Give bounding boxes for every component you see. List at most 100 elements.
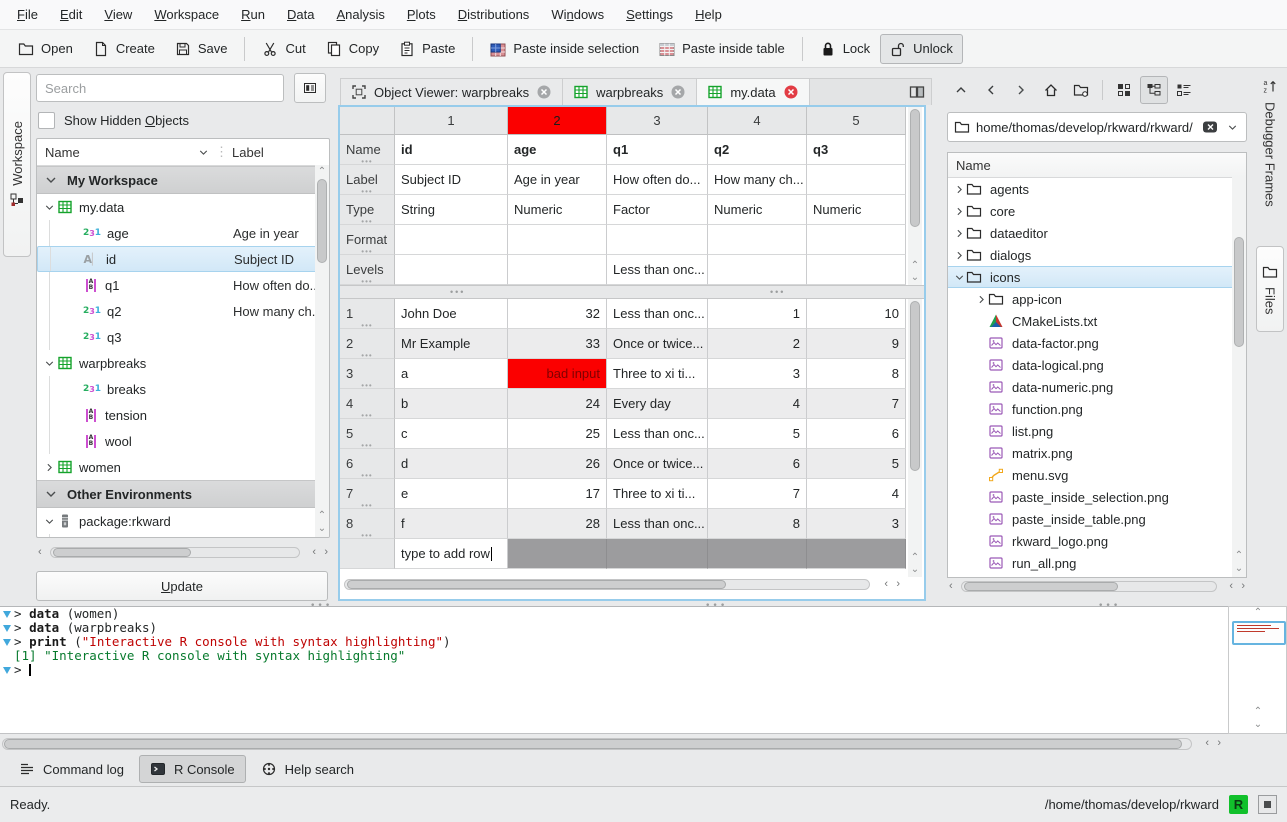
console-line[interactable]: [1] "Interactive R console with syntax h… — [0, 649, 1228, 663]
menu-edit[interactable]: Edit — [49, 3, 93, 26]
tree-view-button[interactable] — [1140, 76, 1168, 104]
workspace-tree-hscrollbar[interactable]: ‹ ‹› — [36, 546, 330, 559]
console-hscrollbar[interactable]: ‹› — [0, 737, 1287, 751]
menu-settings[interactable]: Settings — [615, 3, 684, 26]
up-button[interactable] — [947, 76, 975, 104]
meta-cell[interactable]: Subject ID — [395, 165, 508, 195]
menu-view[interactable]: View — [93, 3, 143, 26]
file-item-matrix-png[interactable]: matrix.png — [948, 442, 1246, 464]
copy-button[interactable]: Copy — [316, 34, 389, 64]
tree-item-q1[interactable]: ABq1How often do... — [37, 272, 329, 298]
detailed-view-button[interactable] — [1170, 76, 1198, 104]
editor-cell[interactable]: 1 — [708, 299, 807, 329]
meta-cell[interactable]: String — [395, 195, 508, 225]
empty-add-cell[interactable] — [807, 539, 906, 569]
editor-cell[interactable]: 6 — [708, 449, 807, 479]
editor-cell[interactable]: Every day — [607, 389, 708, 419]
empty-add-cell[interactable] — [708, 539, 807, 569]
tree-item-package-rkward[interactable]: package:rkward — [37, 508, 329, 534]
meta-cell[interactable] — [607, 225, 708, 255]
editor-cell[interactable]: e — [395, 479, 508, 509]
back-button[interactable] — [977, 76, 1005, 104]
row-header[interactable]: 5••• — [340, 419, 395, 449]
update-button[interactable]: Update — [36, 571, 328, 601]
editor-cell[interactable]: 17 — [508, 479, 607, 509]
tool-tab-r-console[interactable]: R Console — [139, 755, 246, 783]
clear-input-icon[interactable] — [1202, 119, 1218, 135]
column-header[interactable]: 2 — [508, 107, 607, 135]
row-header[interactable]: 8••• — [340, 509, 395, 539]
file-item-cmakelists-txt[interactable]: CMakeLists.txt — [948, 310, 1246, 332]
column-header[interactable]: 4 — [708, 107, 807, 135]
editor-cell[interactable]: 9 — [807, 329, 906, 359]
meta-cell[interactable]: Numeric — [807, 195, 906, 225]
meta-cell[interactable] — [395, 255, 508, 285]
editor-cell[interactable]: 26 — [508, 449, 607, 479]
editor-cell[interactable]: 33 — [508, 329, 607, 359]
meta-cell[interactable]: Numeric — [508, 195, 607, 225]
console-minimap[interactable]: ⌃ ⌃ ⌄ — [1228, 606, 1287, 734]
file-item-data-numeric-png[interactable]: data-numeric.png — [948, 376, 1246, 398]
editor-cell[interactable]: Three to xi ti... — [607, 359, 708, 389]
editor-cell[interactable]: 3 — [708, 359, 807, 389]
editor-cell[interactable]: Less than onc... — [607, 509, 708, 539]
meta-cell[interactable] — [807, 225, 906, 255]
editor-cell[interactable]: 5 — [708, 419, 807, 449]
tree-item-warpbreaks[interactable]: warpbreaks — [37, 350, 329, 376]
menu-workspace[interactable]: Workspace — [143, 3, 230, 26]
chevron-right-icon[interactable] — [974, 291, 988, 307]
file-item-data-factor-png[interactable]: data-factor.png — [948, 332, 1246, 354]
editor-cell[interactable]: 2 — [708, 329, 807, 359]
editor-cell[interactable]: 7 — [807, 389, 906, 419]
meta-cell[interactable]: How many ch... — [708, 165, 807, 195]
meta-cell[interactable]: How often do... — [607, 165, 708, 195]
paste-button[interactable]: Paste — [389, 34, 465, 64]
show-hidden-checkbox[interactable]: Show Hidden Objects — [38, 112, 189, 129]
create-button[interactable]: Create — [83, 34, 165, 64]
meta-cell[interactable] — [807, 255, 906, 285]
menu-file[interactable]: File — [6, 3, 49, 26]
menu-help[interactable]: Help — [684, 3, 733, 26]
meta-cell[interactable] — [508, 255, 607, 285]
table-corner[interactable] — [340, 107, 395, 135]
editor-cell[interactable]: 5 — [807, 449, 906, 479]
tree-item-my-data[interactable]: my.data — [37, 194, 329, 220]
console-line[interactable]: > data (warpbreaks) — [0, 621, 1228, 635]
editor-cell[interactable]: 4 — [807, 479, 906, 509]
chevron-down-icon[interactable] — [952, 269, 966, 285]
meta-cell[interactable] — [395, 225, 508, 255]
tree-item-q3[interactable]: 231q3 — [37, 324, 329, 350]
tool-tab-command-log[interactable]: Command log — [8, 755, 135, 783]
meta-cell[interactable] — [708, 225, 807, 255]
tab-object-viewer-warpbreaks[interactable]: Object Viewer: warpbreaks — [341, 79, 563, 105]
row-header[interactable]: 4••• — [340, 389, 395, 419]
file-item-agents[interactable]: agents — [948, 178, 1246, 200]
chevron-down-icon[interactable] — [1224, 119, 1240, 135]
column-header[interactable]: 1 — [395, 107, 508, 135]
forward-button[interactable] — [1007, 76, 1035, 104]
tree-item-wool[interactable]: ABwool — [37, 428, 329, 454]
editor-cell[interactable]: Mr Example — [395, 329, 508, 359]
editor-cell[interactable]: Less than onc... — [607, 419, 708, 449]
menu-data[interactable]: Data — [276, 3, 325, 26]
console-line[interactable]: > data (women) — [0, 607, 1228, 621]
create-folder-button[interactable] — [1067, 76, 1095, 104]
file-item-function-png[interactable]: function.png — [948, 398, 1246, 420]
file-item-list-png[interactable]: list.png — [948, 420, 1246, 442]
home-button[interactable] — [1037, 76, 1065, 104]
console-line[interactable]: > print ("Interactive R console with syn… — [0, 635, 1228, 649]
cut-button[interactable]: Cut — [252, 34, 315, 64]
chevron-right-icon[interactable] — [952, 225, 966, 241]
unlock-button[interactable]: Unlock — [880, 34, 963, 64]
workspace-tree-header[interactable]: Name ⋮ Label — [37, 139, 329, 166]
tab-warpbreaks[interactable]: warpbreaks — [563, 79, 697, 105]
menu-distributions[interactable]: Distributions — [447, 3, 541, 26]
panel-options-button[interactable] — [294, 73, 326, 103]
search-input[interactable] — [36, 74, 284, 102]
empty-add-cell[interactable] — [508, 539, 607, 569]
column-header-label[interactable]: Label — [232, 145, 264, 160]
meta-data-splitter[interactable]: •••••• — [340, 285, 924, 299]
meta-cell[interactable] — [807, 165, 906, 195]
meta-cell[interactable]: q3 — [807, 135, 906, 165]
chevron-down-icon[interactable] — [195, 144, 211, 160]
